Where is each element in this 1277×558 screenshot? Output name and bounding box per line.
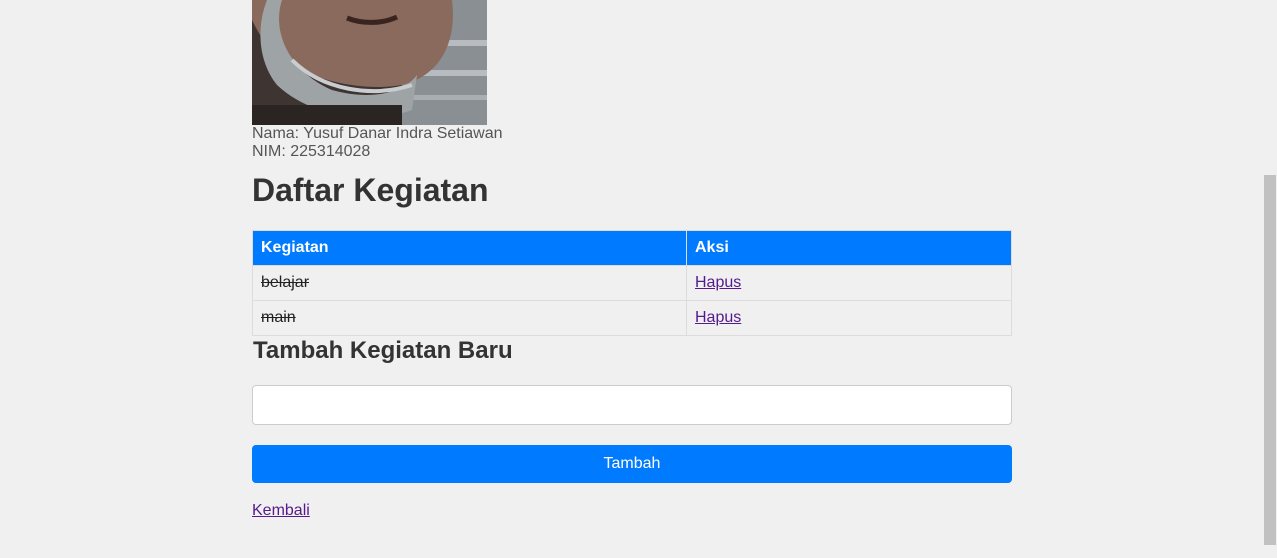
- table-row: belajar Hapus: [252, 265, 1012, 301]
- add-activity-title: Tambah Kegiatan Baru: [253, 337, 513, 364]
- new-activity-input[interactable]: [252, 385, 1012, 425]
- table-row: main Hapus: [252, 300, 1012, 336]
- delete-link[interactable]: Hapus: [695, 309, 741, 326]
- column-header-aksi: Aksi: [686, 230, 1012, 266]
- activity-cell: main: [252, 300, 687, 336]
- activity-text[interactable]: belajar: [261, 274, 309, 291]
- activity-text[interactable]: main: [261, 309, 296, 326]
- page: Nama: Yusuf Danar Indra Setiawan NIM: 22…: [0, 0, 1277, 558]
- profile-photo: [252, 0, 487, 125]
- profile-name: Nama: Yusuf Danar Indra Setiawan: [252, 125, 503, 142]
- main-content: Nama: Yusuf Danar Indra Setiawan NIM: 22…: [252, 0, 1012, 520]
- column-header-kegiatan: Kegiatan: [252, 230, 687, 266]
- scrollbar-thumb[interactable]: [1264, 175, 1276, 545]
- action-cell: Hapus: [686, 300, 1012, 336]
- add-button[interactable]: Tambah: [252, 445, 1012, 483]
- delete-link[interactable]: Hapus: [695, 274, 741, 291]
- action-cell: Hapus: [686, 265, 1012, 301]
- activity-table: Kegiatan Aksi belajar Hapus main Hapus: [252, 230, 1012, 336]
- page-title: Daftar Kegiatan: [252, 172, 489, 208]
- back-link[interactable]: Kembali: [252, 502, 310, 520]
- profile-nim: NIM: 225314028: [252, 143, 371, 160]
- vertical-scrollbar[interactable]: [1262, 0, 1277, 558]
- activity-cell: belajar: [252, 265, 687, 301]
- table-header-row: Kegiatan Aksi: [252, 230, 1012, 266]
